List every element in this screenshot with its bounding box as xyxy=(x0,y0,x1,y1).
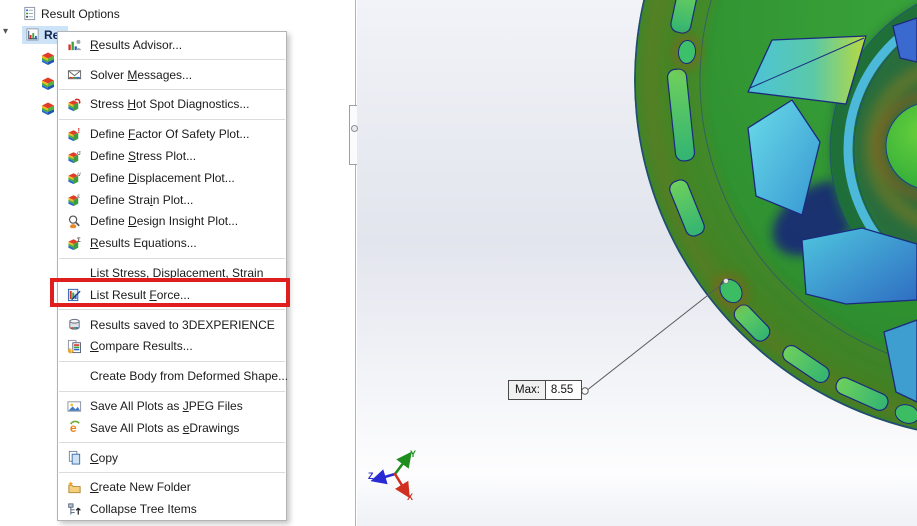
menu-item-stress-hot-spot[interactable]: Stress Hot Spot Diagnostics... xyxy=(58,94,286,116)
menu-item-label: Results saved to 3DEXPERIENCE xyxy=(90,318,275,332)
menu-item-save-all-plots-edrawings[interactable]: e Save All Plots as eDrawings xyxy=(58,417,286,439)
menu-item-compare-results[interactable]: ? Compare Results... xyxy=(58,336,286,358)
result-plot-icon[interactable] xyxy=(40,50,56,66)
menu-item-label: Collapse Tree Items xyxy=(90,502,197,516)
orientation-triad[interactable]: Y Z X xyxy=(368,449,416,502)
new-folder-icon xyxy=(64,479,84,495)
results-equations-icon: Σ xyxy=(64,235,84,251)
menu-item-label: Compare Results... xyxy=(90,339,193,353)
fos-plot-icon: ! xyxy=(64,126,84,142)
menu-separator xyxy=(59,59,285,60)
menu-item-define-displacement-plot[interactable]: u Define Displacement Plot... xyxy=(58,167,286,189)
fea-wheel-model[interactable] xyxy=(634,0,917,440)
menu-item-label: Create Body from Deformed Shape... xyxy=(90,369,288,383)
menu-separator xyxy=(59,309,285,310)
max-leader-line xyxy=(582,279,729,395)
menu-item-create-body-from-deformed-shape[interactable]: Create Body from Deformed Shape... xyxy=(58,365,286,387)
menu-item-label: Define Strain Plot... xyxy=(90,193,193,207)
menu-item-results-saved-3dexperience[interactable]: Results saved to 3DEXPERIENCE xyxy=(58,314,286,336)
menu-item-label: Solver Messages... xyxy=(90,68,192,82)
menu-item-label: Results Advisor... xyxy=(90,38,182,52)
menu-item-collapse-tree-items[interactable]: Collapse Tree Items xyxy=(58,498,286,520)
menu-item-define-strain-plot[interactable]: ε Define Strain Plot... xyxy=(58,189,286,211)
svg-text:!: ! xyxy=(77,128,79,135)
no-icon xyxy=(64,265,84,281)
tree-item-label: Result Options xyxy=(41,7,120,21)
menu-item-label: Define Displacement Plot... xyxy=(90,171,235,185)
menu-item-label: Create New Folder xyxy=(90,480,191,494)
menu-separator xyxy=(59,391,285,392)
panel-splitter-handle[interactable] xyxy=(349,105,357,165)
edrawings-icon: e xyxy=(64,420,84,436)
result-plot-icon[interactable] xyxy=(40,100,56,116)
menu-separator xyxy=(59,119,285,120)
list-result-force-icon xyxy=(64,287,84,303)
displacement-plot-icon: u xyxy=(64,170,84,186)
svg-text:u: u xyxy=(77,171,81,178)
panel-splitter-dot xyxy=(351,125,358,132)
menu-item-define-fos-plot[interactable]: ! Define Factor Of Safety Plot... xyxy=(58,123,286,145)
menu-item-results-advisor[interactable]: Results Advisor... xyxy=(58,34,286,56)
solver-messages-icon xyxy=(64,67,84,83)
menu-item-label: Define Factor Of Safety Plot... xyxy=(90,127,249,141)
compare-results-icon: ? xyxy=(64,338,84,354)
menu-item-results-equations[interactable]: Σ Results Equations... xyxy=(58,232,286,254)
no-icon xyxy=(64,368,84,384)
application-window: Y Z X Max: 8.55 ▾ Result Options Re xyxy=(0,0,917,526)
menu-item-copy[interactable]: Copy xyxy=(58,447,286,469)
menu-item-label: List Stress, Displacement, Strain xyxy=(90,266,263,280)
result-plot-icon[interactable] xyxy=(40,75,56,91)
collapse-tree-icon xyxy=(64,501,84,517)
results-folder-icon xyxy=(25,27,40,42)
strain-plot-icon: ε xyxy=(64,192,84,208)
results-advisor-icon xyxy=(64,37,84,53)
menu-item-solver-messages[interactable]: Solver Messages... xyxy=(58,64,286,86)
menu-item-label: Save All Plots as JPEG Files xyxy=(90,399,243,413)
menu-item-label: List Result Force... xyxy=(90,288,190,302)
menu-item-create-new-folder[interactable]: Create New Folder xyxy=(58,477,286,499)
triad-y-label: Y xyxy=(410,449,416,459)
tree-item-results-folder[interactable]: Re xyxy=(25,27,59,42)
max-annotation-value: 8.55 xyxy=(545,380,582,400)
menu-item-save-all-plots-jpeg[interactable]: Save All Plots as JPEG Files xyxy=(58,395,286,417)
result-options-icon xyxy=(22,6,37,21)
menu-item-label: Define Stress Plot... xyxy=(90,149,196,163)
menu-separator xyxy=(59,472,285,473)
max-annotation-label: Max: xyxy=(508,380,545,400)
menu-item-label: Results Equations... xyxy=(90,236,197,250)
menu-item-define-stress-plot[interactable]: σ Define Stress Plot... xyxy=(58,145,286,167)
menu-separator xyxy=(59,442,285,443)
svg-text:?: ? xyxy=(69,349,72,354)
menu-separator xyxy=(59,361,285,362)
menu-item-label: Stress Hot Spot Diagnostics... xyxy=(90,97,249,111)
stress-hot-spot-icon xyxy=(64,96,84,112)
save-jpeg-icon xyxy=(64,398,84,414)
menu-separator xyxy=(59,258,285,259)
menu-item-label: Define Design Insight Plot... xyxy=(90,214,238,228)
database-3dexperience-icon xyxy=(64,317,84,333)
triad-z-label: Z xyxy=(368,471,374,481)
svg-text:Σ: Σ xyxy=(77,237,81,244)
tree-item-result-options[interactable]: Result Options xyxy=(22,6,120,21)
max-annotation[interactable]: Max: 8.55 xyxy=(508,380,582,400)
results-context-menu: Results Advisor... Solver Messages... St… xyxy=(57,31,287,521)
stress-plot-icon: σ xyxy=(64,148,84,164)
graphics-canvas: Y Z X xyxy=(357,0,917,526)
menu-item-list-stress-displacement-strain[interactable]: List Stress, Displacement, Strain xyxy=(58,262,286,284)
copy-icon xyxy=(64,450,84,466)
menu-item-list-result-force[interactable]: List Result Force... xyxy=(58,284,286,306)
menu-separator xyxy=(59,89,285,90)
menu-item-label: Save All Plots as eDrawings xyxy=(90,421,239,435)
triad-x-label: X xyxy=(407,492,413,502)
menu-item-label: Copy xyxy=(90,451,118,465)
svg-text:ε: ε xyxy=(77,193,80,200)
menu-item-define-design-insight-plot[interactable]: Define Design Insight Plot... xyxy=(58,211,286,233)
design-insight-icon xyxy=(64,213,84,229)
tree-expander-icon[interactable]: ▾ xyxy=(3,26,8,37)
svg-text:σ: σ xyxy=(77,149,81,156)
